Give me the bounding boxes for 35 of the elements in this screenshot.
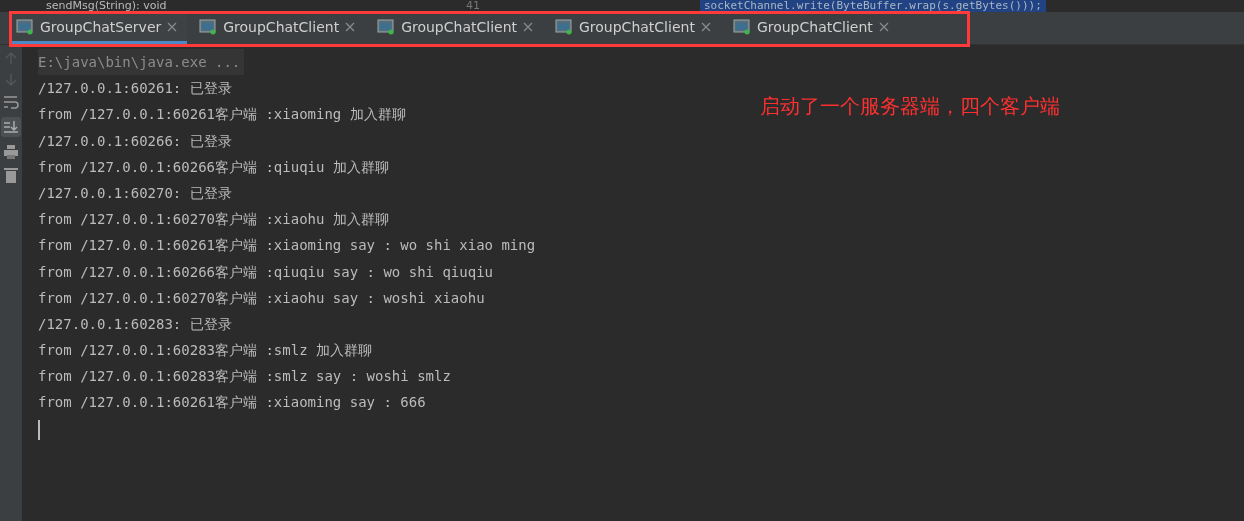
run-tab[interactable]: GroupChatClient (373, 12, 543, 44)
console-line: from /127.0.0.1:60261客户端 :xiaoming say : 666 (38, 393, 426, 413)
close-icon[interactable] (523, 21, 533, 32)
console-line: /127.0.0.1:60270: 已登录 (38, 183, 232, 203)
run-tab[interactable]: GroupChatClient (551, 12, 721, 44)
console-line: from /127.0.0.1:60283客户端 :smlz 加入群聊 (38, 341, 372, 361)
close-icon[interactable] (167, 21, 178, 32)
print-icon[interactable] (3, 145, 19, 159)
console-line: from /127.0.0.1:60261客户端 :xiaoming 加入群聊 (38, 105, 406, 125)
close-icon[interactable] (700, 21, 711, 32)
console-icon (199, 18, 218, 35)
method-signature: sendMsg(String): void (46, 0, 168, 12)
scroll-to-end-icon[interactable] (1, 117, 21, 137)
console-icon (377, 18, 396, 35)
close-icon[interactable] (878, 21, 889, 32)
console-line: /127.0.0.1:60266: 已登录 (38, 131, 232, 151)
console-line: from /127.0.0.1:60283客户端 :smlz say : woshi smlz (38, 367, 451, 387)
wrap-icon[interactable] (3, 95, 19, 109)
close-icon[interactable] (345, 21, 356, 32)
run-tab[interactable]: GroupChatClient (728, 12, 899, 44)
text-caret (38, 419, 40, 440)
trash-icon[interactable] (4, 167, 18, 183)
console-icon (16, 18, 34, 35)
line-number: 41 (466, 0, 481, 12)
console-line: from /127.0.0.1:60270客户端 :xiaohu 加入群聊 (38, 210, 389, 230)
console-line: from /127.0.0.1:60270客户端 :xiaohu say : woshi xiaohu (38, 288, 485, 308)
console-line: from /127.0.0.1:60261客户端 :xiaoming say : wo shi xiao ming (38, 236, 536, 256)
console-icon (555, 18, 573, 35)
console-line: /127.0.0.1:60261: 已登录 (38, 79, 232, 99)
run-tab[interactable]: GroupChatClient (195, 12, 366, 44)
console-line: /127.0.0.1:60283: 已登录 (38, 314, 232, 334)
annotation-text: 启动了一个服务器端，四个客户端 (760, 93, 1060, 120)
console-icon (732, 18, 751, 35)
console-line: from /127.0.0.1:60266客户端 :qiuqiu say : wo shi qiuqiu (38, 262, 493, 282)
console-line: from /127.0.0.1:60266客户端 :qiuqiu 加入群聊 (38, 157, 389, 177)
